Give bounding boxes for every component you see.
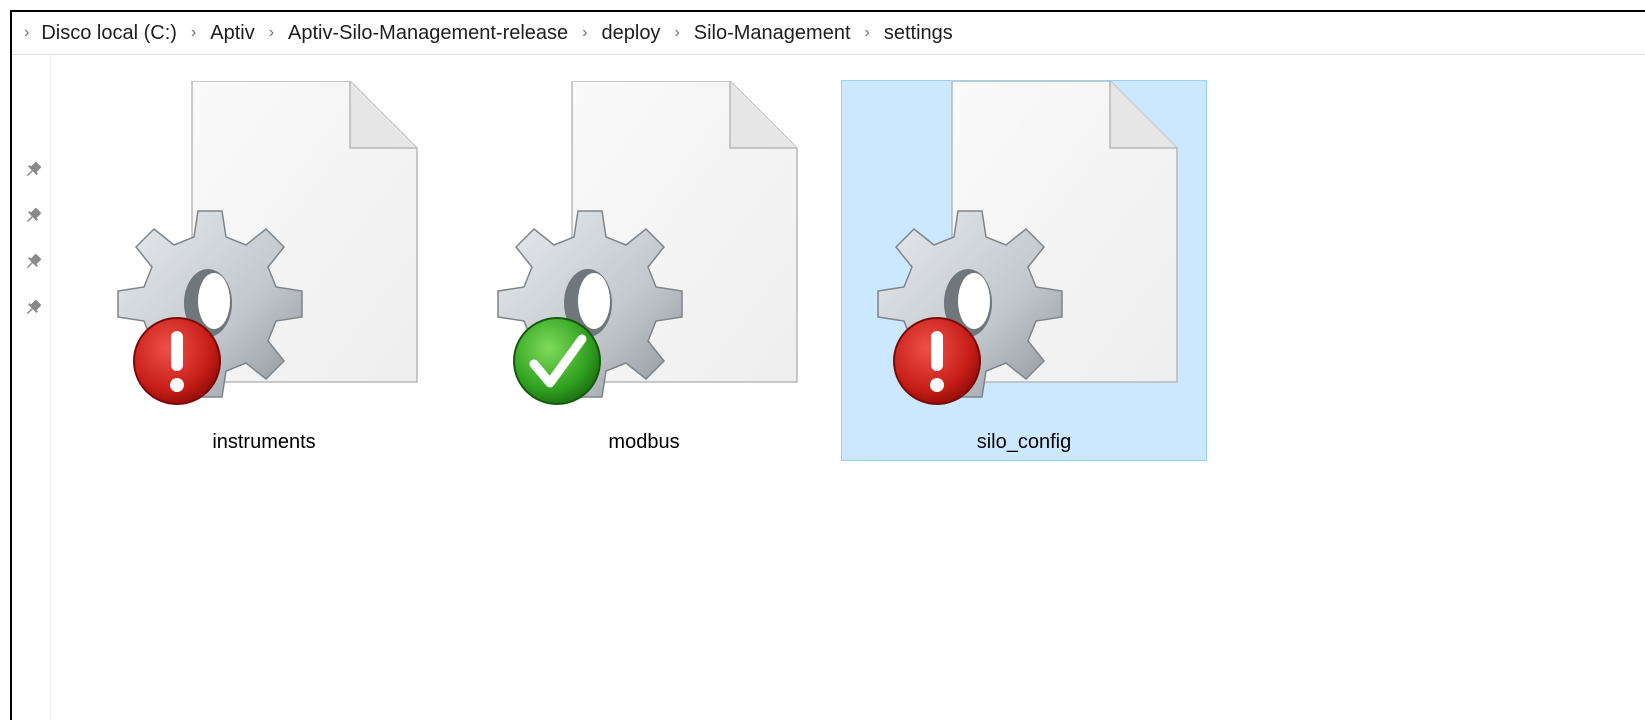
config-file-icon <box>117 81 418 405</box>
explorer-window: › Disco local (C:) › Aptiv › Aptiv-Silo-… <box>10 10 1645 720</box>
file-item-silo-config[interactable]: silo_config <box>841 80 1207 461</box>
chevron-right-icon[interactable]: › <box>865 24 870 42</box>
breadcrumb-item[interactable]: Aptiv <box>210 22 254 45</box>
file-item-instruments[interactable]: instruments <box>81 80 447 461</box>
error-badge-icon <box>133 317 221 405</box>
breadcrumb-item[interactable]: deploy <box>602 22 661 45</box>
navigation-pane <box>12 55 51 720</box>
breadcrumb-item[interactable]: Disco local (C:) <box>41 22 177 45</box>
file-name: modbus <box>608 431 680 453</box>
chevron-right-icon[interactable]: › <box>269 24 274 42</box>
breadcrumb-item[interactable]: Silo-Management <box>694 22 851 45</box>
chevron-right-icon[interactable]: › <box>582 24 587 42</box>
file-name: silo_config <box>976 431 1072 453</box>
pin-icon[interactable] <box>22 159 44 181</box>
chevron-right-icon[interactable]: › <box>24 24 29 42</box>
breadcrumb-item[interactable]: Aptiv-Silo-Management-release <box>288 22 568 45</box>
checkmark-badge-icon <box>513 317 601 405</box>
chevron-right-icon[interactable]: › <box>674 24 679 42</box>
chevron-right-icon[interactable]: › <box>191 24 196 42</box>
config-file-icon <box>877 81 1178 405</box>
pin-icon[interactable] <box>22 297 44 319</box>
breadcrumb-item[interactable]: settings <box>884 22 953 45</box>
address-bar[interactable]: › Disco local (C:) › Aptiv › Aptiv-Silo-… <box>12 12 1645 55</box>
pin-icon[interactable] <box>22 205 44 227</box>
error-badge-icon <box>893 317 981 405</box>
file-area: instruments modbus silo_config <box>51 55 1645 720</box>
config-file-icon <box>497 81 798 405</box>
file-item-modbus[interactable]: modbus <box>461 80 827 461</box>
pin-icon[interactable] <box>22 251 44 273</box>
file-name: instruments <box>212 431 316 453</box>
